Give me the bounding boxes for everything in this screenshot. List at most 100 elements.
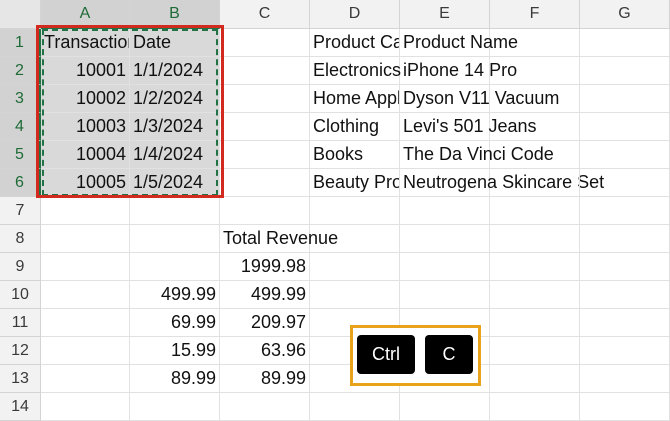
- cell-d8[interactable]: [310, 225, 400, 253]
- row-header-8[interactable]: 8: [0, 225, 41, 253]
- cell-b2[interactable]: 1/1/2024: [130, 57, 220, 85]
- row-header-7[interactable]: 7: [0, 197, 41, 225]
- cell-g13[interactable]: [580, 365, 670, 393]
- cell-b14[interactable]: [130, 393, 220, 421]
- cell-g8[interactable]: [580, 225, 670, 253]
- row-header-10[interactable]: 10: [0, 281, 41, 309]
- cell-b12[interactable]: 15.99: [130, 337, 220, 365]
- cell-b5[interactable]: 1/4/2024: [130, 141, 220, 169]
- row-header-9[interactable]: 9: [0, 253, 41, 281]
- cell-b4[interactable]: 1/3/2024: [130, 113, 220, 141]
- cell-b8[interactable]: [130, 225, 220, 253]
- cell-f1[interactable]: [490, 29, 580, 57]
- cell-b7[interactable]: [130, 197, 220, 225]
- cell-d9[interactable]: [310, 253, 400, 281]
- cell-d7[interactable]: [310, 197, 400, 225]
- cell-e2[interactable]: iPhone 14 Pro: [400, 57, 517, 85]
- cell-a1[interactable]: Transaction ID: [41, 29, 130, 57]
- cell-d5[interactable]: Books: [310, 141, 400, 169]
- cell-a8[interactable]: [41, 225, 130, 253]
- cell-f8[interactable]: [490, 225, 580, 253]
- cell-a12[interactable]: [41, 337, 130, 365]
- column-header-a[interactable]: A: [41, 0, 130, 29]
- cell-a7[interactable]: [41, 197, 130, 225]
- cell-d10[interactable]: [310, 281, 400, 309]
- cell-a14[interactable]: [41, 393, 130, 421]
- cell-e1[interactable]: Product Name: [400, 29, 518, 57]
- cell-a13[interactable]: [41, 365, 130, 393]
- cell-f6[interactable]: [490, 169, 580, 197]
- cell-c2[interactable]: [220, 57, 310, 85]
- cell-c7[interactable]: [220, 197, 310, 225]
- cell-g5[interactable]: [580, 141, 670, 169]
- cell-e7[interactable]: [400, 197, 490, 225]
- cell-f3[interactable]: [490, 85, 580, 113]
- cell-f11[interactable]: [490, 309, 580, 337]
- cell-c10[interactable]: 499.99: [220, 281, 310, 309]
- column-header-c[interactable]: C: [220, 0, 310, 29]
- cell-g10[interactable]: [580, 281, 670, 309]
- cell-f10[interactable]: [490, 281, 580, 309]
- row-header-6[interactable]: 6: [0, 169, 41, 197]
- cell-f13[interactable]: [490, 365, 580, 393]
- cell-f7[interactable]: [490, 197, 580, 225]
- cell-a3[interactable]: 10002: [41, 85, 130, 113]
- column-header-g[interactable]: G: [580, 0, 670, 29]
- cell-g2[interactable]: [580, 57, 670, 85]
- cell-g4[interactable]: [580, 113, 670, 141]
- cell-g6[interactable]: [580, 169, 670, 197]
- cell-g9[interactable]: [580, 253, 670, 281]
- cell-c4[interactable]: [220, 113, 310, 141]
- row-header-2[interactable]: 2: [0, 57, 41, 85]
- cell-d4[interactable]: Clothing: [310, 113, 400, 141]
- cell-g3[interactable]: [580, 85, 670, 113]
- cell-d2[interactable]: Electronics: [310, 57, 401, 85]
- row-header-4[interactable]: 4: [0, 113, 41, 141]
- row-header-1[interactable]: 1: [0, 29, 41, 57]
- cell-e4[interactable]: Levi's 501 Jeans: [400, 113, 537, 141]
- row-header-12[interactable]: 12: [0, 337, 41, 365]
- cell-g12[interactable]: [580, 337, 670, 365]
- cell-e9[interactable]: [400, 253, 490, 281]
- row-header-13[interactable]: 13: [0, 365, 41, 393]
- cell-b13[interactable]: 89.99: [130, 365, 220, 393]
- cell-b6[interactable]: 1/5/2024: [130, 169, 220, 197]
- cell-b11[interactable]: 69.99: [130, 309, 220, 337]
- cell-e3[interactable]: Dyson V11 Vacuum: [400, 85, 559, 113]
- cell-f9[interactable]: [490, 253, 580, 281]
- select-all-corner[interactable]: [0, 0, 41, 29]
- cell-d6[interactable]: Beauty Products: [310, 169, 400, 197]
- cell-f2[interactable]: [490, 57, 580, 85]
- cell-a10[interactable]: [41, 281, 130, 309]
- cell-g1[interactable]: [580, 29, 670, 57]
- cell-f4[interactable]: [490, 113, 580, 141]
- cell-c3[interactable]: [220, 85, 310, 113]
- cell-e6[interactable]: Neutrogena Skincare Set: [400, 169, 604, 197]
- cell-a4[interactable]: 10003: [41, 113, 130, 141]
- cell-d14[interactable]: [310, 393, 400, 421]
- cell-b10[interactable]: 499.99: [130, 281, 220, 309]
- cell-f12[interactable]: [490, 337, 580, 365]
- cell-g14[interactable]: [580, 393, 670, 421]
- cell-c8[interactable]: Total Revenue: [220, 225, 338, 253]
- cell-c6[interactable]: [220, 169, 310, 197]
- cell-b3[interactable]: 1/2/2024: [130, 85, 220, 113]
- cell-c9[interactable]: 1999.98: [220, 253, 310, 281]
- cell-c1[interactable]: [220, 29, 310, 57]
- cell-a2[interactable]: 10001: [41, 57, 130, 85]
- row-header-11[interactable]: 11: [0, 309, 41, 337]
- row-header-3[interactable]: 3: [0, 85, 41, 113]
- cell-e14[interactable]: [400, 393, 490, 421]
- row-header-5[interactable]: 5: [0, 141, 41, 169]
- cell-f5[interactable]: [490, 141, 580, 169]
- cell-b9[interactable]: [130, 253, 220, 281]
- cell-c13[interactable]: 89.99: [220, 365, 310, 393]
- cell-f14[interactable]: [490, 393, 580, 421]
- cell-b1[interactable]: Date: [130, 29, 220, 57]
- cell-d1[interactable]: Product Category: [310, 29, 400, 57]
- cell-g11[interactable]: [580, 309, 670, 337]
- column-header-b[interactable]: B: [130, 0, 220, 29]
- cell-g7[interactable]: [580, 197, 670, 225]
- cell-c12[interactable]: 63.96: [220, 337, 310, 365]
- cell-a5[interactable]: 10004: [41, 141, 130, 169]
